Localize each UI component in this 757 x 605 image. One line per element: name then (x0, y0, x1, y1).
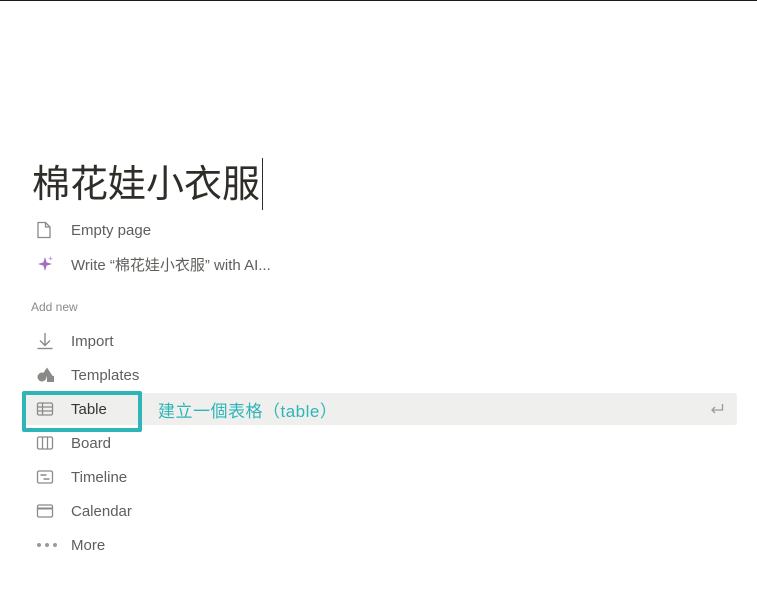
page-icon (30, 215, 62, 245)
import-option[interactable]: Import (30, 326, 114, 356)
more-icon (30, 530, 62, 560)
board-option[interactable]: Board (30, 428, 111, 458)
calendar-label: Calendar (71, 502, 132, 520)
board-label: Board (71, 434, 112, 452)
templates-option[interactable]: Templates (30, 360, 139, 390)
empty-page-label: Empty page (71, 221, 152, 239)
text-caret (262, 158, 264, 210)
more-label: More (71, 536, 106, 554)
add-new-section-label: Add new (31, 300, 78, 314)
board-icon (30, 428, 62, 458)
templates-icon (30, 360, 62, 390)
enter-key-icon (709, 401, 725, 417)
table-annotation-hint: 建立一個表格（table） (158, 402, 338, 421)
timeline-icon (30, 462, 62, 492)
write-with-ai-label: Write “棉花娃小衣服” with AI... (71, 256, 271, 274)
page-title-editor[interactable]: 棉花娃小衣服 (32, 158, 264, 210)
calendar-option[interactable]: Calendar (30, 496, 132, 526)
page-title[interactable]: 棉花娃小衣服 (32, 158, 260, 210)
window-top-border (0, 0, 757, 1)
write-with-ai-option[interactable]: Write “棉花娃小衣服” with AI... (30, 249, 271, 279)
templates-label: Templates (71, 366, 140, 384)
import-label: Import (71, 332, 114, 350)
timeline-option[interactable]: Timeline (30, 462, 127, 492)
import-icon (30, 326, 62, 356)
table-annotation-box (22, 391, 142, 432)
calendar-icon (30, 496, 62, 526)
more-option[interactable]: More (30, 530, 105, 560)
empty-page-option[interactable]: Empty page (30, 215, 151, 245)
timeline-label: Timeline (71, 468, 128, 486)
ai-sparkle-icon (30, 249, 62, 279)
